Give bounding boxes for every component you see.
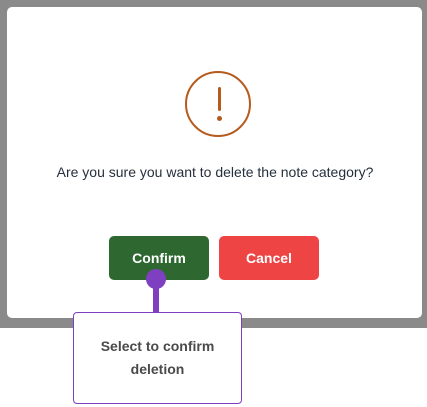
tooltip-text: Select to confirm deletion: [100, 338, 215, 377]
exclamation-circle-icon: [185, 71, 251, 137]
exclamation-bar: [217, 87, 221, 111]
guide-tooltip: Select to confirm deletion: [73, 312, 242, 404]
cancel-button[interactable]: Cancel: [219, 236, 319, 280]
delete-confirmation-dialog: Are you sure you want to delete the note…: [7, 7, 422, 318]
exclamation-dot: [216, 116, 222, 121]
dialog-message: Are you sure you want to delete the note…: [56, 164, 374, 180]
tooltip-pointer-dot: [146, 269, 166, 289]
